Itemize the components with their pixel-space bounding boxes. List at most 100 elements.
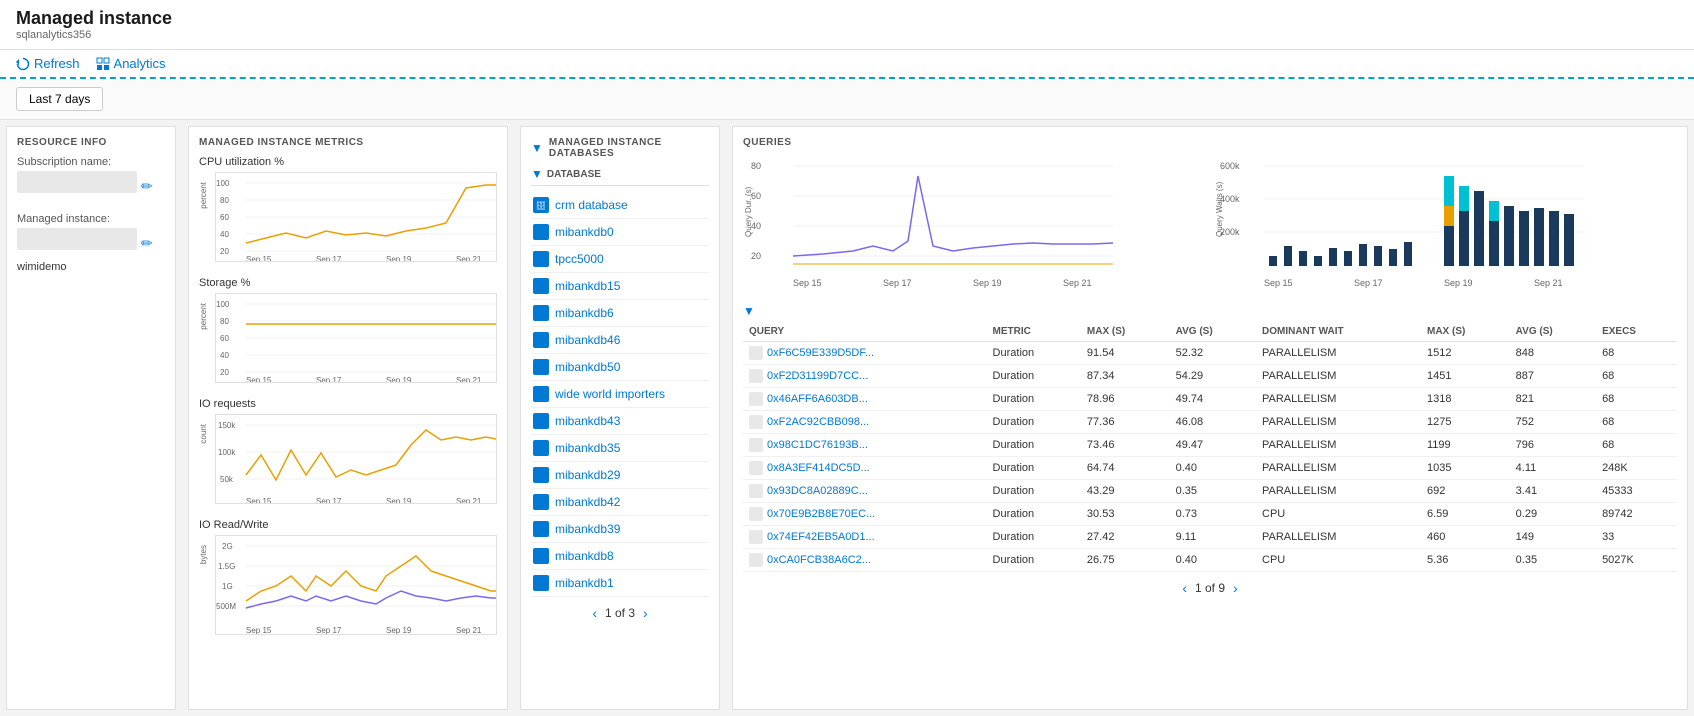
db-item[interactable]: mibankdb15 [531, 273, 709, 300]
databases-header: ▼ MANAGED INSTANCE DATABASES [531, 137, 709, 159]
page-header: Managed instance sqlanalytics356 [0, 0, 1694, 50]
table-row[interactable]: 0xCA0FCB38A6C2... Duration26.750.40CPU5.… [743, 549, 1677, 572]
db-item[interactable]: mibankdb0 [531, 219, 709, 246]
queries-table: ▼ QUERY METRIC MAX (S) AVG (S) DOMINANT … [743, 304, 1677, 699]
managed-instance-edit-icon[interactable]: ✏ [141, 235, 153, 252]
db-item[interactable]: 🗄 crm database [531, 192, 709, 219]
period-filter-button[interactable]: Last 7 days [16, 87, 103, 111]
db-item[interactable]: mibankdb29 [531, 462, 709, 489]
cpu-chart-svg: 100 80 60 40 20 Sep 15 Sep 17 Sep 19 Sep… [215, 172, 497, 262]
svg-text:2G: 2G [222, 542, 233, 551]
io-requests-chart-title: IO requests [199, 398, 497, 410]
svg-text:Sep 15: Sep 15 [246, 497, 272, 504]
table-row[interactable]: 0x93DC8A02889C... Duration43.290.35PARAL… [743, 480, 1677, 503]
databases-prev-button[interactable]: ‹ [592, 605, 597, 621]
databases-page-indicator: 1 of 3 [605, 606, 635, 620]
col-query: QUERY [743, 322, 987, 342]
query-row-icon [749, 553, 763, 567]
svg-text:Sep 19: Sep 19 [1444, 278, 1473, 288]
storage-chart-title: Storage % [199, 277, 497, 289]
refresh-icon [16, 57, 30, 71]
table-filter-row: ▼ [743, 304, 1677, 318]
databases-list: 🗄 crm database mibankdb0 tpcc5000 mibank… [531, 192, 709, 597]
db-item[interactable]: tpcc5000 [531, 246, 709, 273]
svg-text:Sep 15: Sep 15 [793, 278, 822, 288]
svg-text:20: 20 [751, 251, 761, 261]
svg-text:20: 20 [220, 368, 229, 377]
db-item[interactable]: mibankdb1 [531, 570, 709, 597]
db-icon [533, 224, 549, 240]
db-icon [533, 521, 549, 537]
managed-instance-field-group: Managed instance: ✏ wimidemo [17, 213, 165, 273]
db-item[interactable]: mibankdb39 [531, 516, 709, 543]
db-icon [533, 305, 549, 321]
db-item[interactable]: mibankdb50 [531, 354, 709, 381]
db-item[interactable]: mibankdb42 [531, 489, 709, 516]
table-filter-icon[interactable]: ▼ [743, 304, 755, 318]
svg-text:Sep 19: Sep 19 [386, 626, 412, 635]
svg-text:100k: 100k [218, 448, 236, 457]
table-row[interactable]: 0x98C1DC76193B... Duration73.4649.47PARA… [743, 434, 1677, 457]
svg-text:Sep 21: Sep 21 [456, 376, 482, 383]
query-row-icon [749, 530, 763, 544]
svg-text:20: 20 [220, 247, 229, 256]
col-wait-avg: AVG (S) [1510, 322, 1596, 342]
svg-text:Sep 21: Sep 21 [1063, 278, 1092, 288]
svg-text:40: 40 [220, 351, 229, 360]
refresh-button[interactable]: Refresh [16, 56, 80, 71]
db-icon [533, 440, 549, 456]
svg-text:Sep 21: Sep 21 [1534, 278, 1563, 288]
table-row[interactable]: 0xF2AC92CBB098... Duration77.3646.08PARA… [743, 411, 1677, 434]
analytics-button[interactable]: Analytics [96, 56, 166, 71]
db-filter-icon[interactable]: ▼ [531, 141, 543, 155]
filter-bar: Last 7 days [0, 79, 1694, 120]
db-icon [533, 332, 549, 348]
queries-next-button[interactable]: › [1233, 580, 1238, 596]
page-subtitle: sqlanalytics356 [16, 29, 1678, 41]
subscription-edit-icon[interactable]: ✏ [141, 178, 153, 195]
db-col-filter-icon[interactable]: ▼ [531, 167, 543, 181]
query-waits-chart: 600k 400k 200k Query Waits (s) [1214, 156, 1677, 296]
svg-text:80: 80 [220, 317, 229, 326]
svg-text:Sep 19: Sep 19 [386, 255, 412, 262]
svg-text:60: 60 [220, 334, 229, 343]
cpu-chart-title: CPU utilization % [199, 156, 497, 168]
table-row[interactable]: 0x70E9B2B8E70EC... Duration30.530.73CPU6… [743, 503, 1677, 526]
table-row[interactable]: 0xF6C59E339D5DF... Duration91.5452.32PAR… [743, 342, 1677, 365]
svg-text:Sep 15: Sep 15 [246, 376, 272, 383]
managed-instance-input [17, 228, 137, 250]
resource-info-title: RESOURCE INFO [17, 137, 165, 148]
db-item[interactable]: mibankdb35 [531, 435, 709, 462]
table-row[interactable]: 0x8A3EF414DC5D... Duration64.740.40PARAL… [743, 457, 1677, 480]
io-readwrite-chart-container: IO Read/Write bytes 2G 1.5G 1G 500M [199, 519, 497, 638]
svg-text:100: 100 [216, 300, 230, 309]
databases-next-button[interactable]: › [643, 605, 648, 621]
queries-prev-button[interactable]: ‹ [1182, 580, 1187, 596]
cpu-chart-container: CPU utilization % percent 100 80 60 [199, 156, 497, 265]
col-metric: METRIC [987, 322, 1081, 342]
resource-info-panel: RESOURCE INFO Subscription name: ✏ Manag… [6, 126, 176, 710]
col-execs: EXECS [1596, 322, 1677, 342]
analytics-icon [96, 57, 110, 71]
table-row[interactable]: 0x74EF42EB5A0D1... Duration27.429.11PARA… [743, 526, 1677, 549]
db-item[interactable]: mibankdb8 [531, 543, 709, 570]
svg-text:Query Waits (s): Query Waits (s) [1215, 181, 1224, 237]
db-item[interactable]: mibankdb43 [531, 408, 709, 435]
subscription-field-group: Subscription name: ✏ [17, 156, 165, 201]
table-row[interactable]: 0x46AFF6A603DB... Duration78.9649.74PARA… [743, 388, 1677, 411]
databases-pagination: ‹ 1 of 3 › [531, 597, 709, 629]
databases-title: MANAGED INSTANCE DATABASES [549, 137, 709, 159]
table-row[interactable]: 0xF2D31199D7CC... Duration87.3454.29PARA… [743, 365, 1677, 388]
db-item[interactable]: mibankdb6 [531, 300, 709, 327]
queries-charts: 80 60 40 20 Query Dur. (s) Sep 15 Sep 17… [743, 156, 1677, 296]
col-dominant-wait: DOMINANT WAIT [1256, 322, 1421, 342]
svg-text:80: 80 [751, 161, 761, 171]
col-avg: AVG (S) [1170, 322, 1256, 342]
db-icon [533, 548, 549, 564]
db-item[interactable]: mibankdb46 [531, 327, 709, 354]
query-duration-chart: 80 60 40 20 Query Dur. (s) Sep 15 Sep 17… [743, 156, 1206, 296]
db-icon: 🗄 [533, 197, 549, 213]
query-row-icon [749, 369, 763, 383]
svg-text:Sep 15: Sep 15 [246, 255, 272, 262]
db-item[interactable]: wide world importers [531, 381, 709, 408]
